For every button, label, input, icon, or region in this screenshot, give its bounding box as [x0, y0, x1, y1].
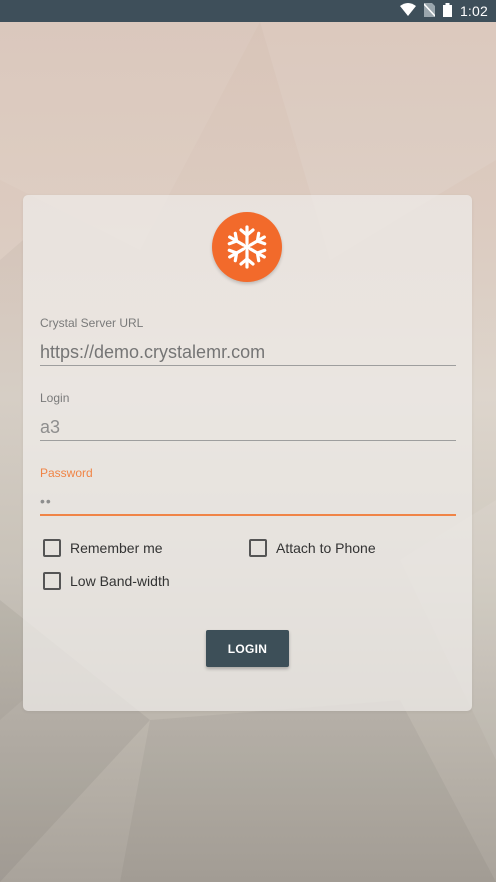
- status-time: 1:02: [459, 3, 488, 19]
- login-input[interactable]: a3: [40, 415, 456, 439]
- server-url-input[interactable]: [40, 340, 456, 364]
- login-underline: [40, 440, 456, 441]
- login-card: Crystal Server URL Login a3 Password •• …: [23, 195, 472, 711]
- snowflake-logo: [212, 212, 282, 282]
- low-bandwidth-checkbox[interactable]: Low Band-width: [43, 572, 170, 590]
- remember-me-label: Remember me: [70, 540, 163, 556]
- login-label: Login: [40, 391, 70, 405]
- password-underline: [40, 514, 456, 516]
- password-input[interactable]: ••: [40, 490, 456, 512]
- no-sim-icon: [423, 2, 436, 20]
- attach-to-phone-label: Attach to Phone: [276, 540, 376, 556]
- login-button[interactable]: LOGIN: [206, 630, 289, 667]
- wifi-icon: [399, 3, 416, 19]
- low-bandwidth-box[interactable]: [43, 572, 61, 590]
- server-url-label: Crystal Server URL: [40, 316, 144, 330]
- status-bar: 1:02: [0, 0, 496, 22]
- remember-me-checkbox[interactable]: Remember me: [43, 539, 163, 557]
- battery-icon: [442, 2, 452, 20]
- remember-me-box[interactable]: [43, 539, 61, 557]
- snowflake-icon: [225, 225, 269, 269]
- attach-to-phone-checkbox[interactable]: Attach to Phone: [249, 539, 376, 557]
- server-url-underline: [40, 365, 456, 366]
- low-bandwidth-label: Low Band-width: [70, 573, 170, 589]
- password-label: Password: [40, 466, 93, 480]
- attach-to-phone-box[interactable]: [249, 539, 267, 557]
